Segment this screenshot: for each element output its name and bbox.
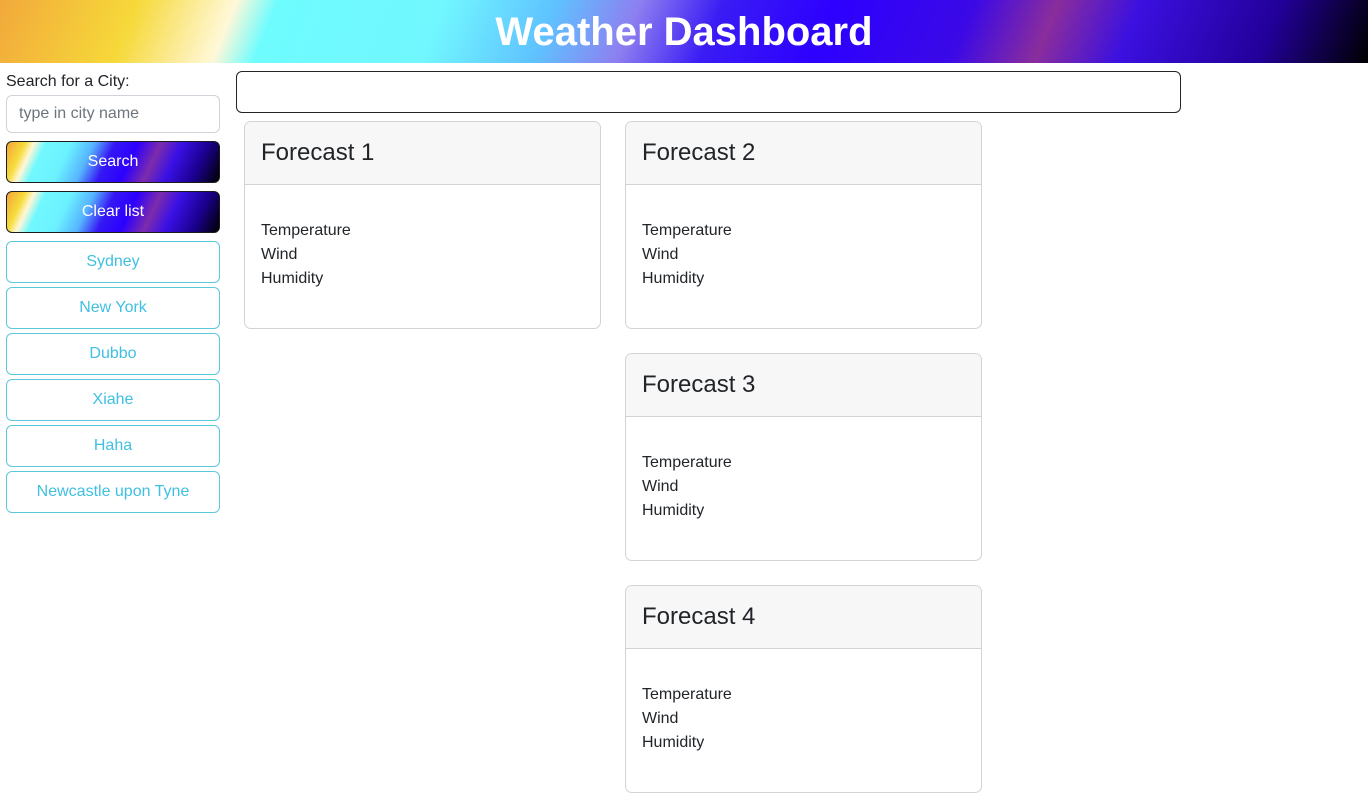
forecast-card: Forecast 4 Temperature Wind Humidity bbox=[625, 585, 982, 793]
forecast-card-title: Forecast 1 bbox=[245, 122, 600, 185]
city-button-sydney[interactable]: Sydney bbox=[6, 241, 220, 283]
forecast-card: Forecast 3 Temperature Wind Humidity bbox=[625, 353, 982, 561]
forecast-wind: Wind bbox=[642, 246, 679, 263]
forecast-humidity: Humidity bbox=[261, 270, 324, 287]
forecast-humidity: Humidity bbox=[642, 734, 705, 751]
forecast-card-title: Forecast 4 bbox=[626, 586, 981, 649]
forecast-card-title: Forecast 2 bbox=[626, 122, 981, 185]
city-button-new-york[interactable]: New York bbox=[6, 287, 220, 329]
city-search-input[interactable] bbox=[6, 95, 220, 133]
search-label: Search for a City: bbox=[6, 73, 130, 90]
sidebar: Search for a City: Search Clear list Syd… bbox=[6, 72, 220, 517]
forecast-card-body: Temperature Wind Humidity bbox=[626, 649, 981, 755]
page-title: Weather Dashboard bbox=[495, 9, 873, 54]
page-header: Weather Dashboard bbox=[0, 0, 1368, 63]
city-button-dubbo[interactable]: Dubbo bbox=[6, 333, 220, 375]
forecast-humidity: Humidity bbox=[642, 502, 705, 519]
forecast-temperature: Temperature bbox=[642, 222, 732, 239]
city-history-list: Sydney New York Dubbo Xiahe Haha Newcast… bbox=[6, 241, 220, 513]
forecast-card-body: Temperature Wind Humidity bbox=[245, 185, 600, 291]
forecast-card: Forecast 2 Temperature Wind Humidity bbox=[625, 121, 982, 329]
forecast-card-title: Forecast 3 bbox=[626, 354, 981, 417]
city-button-xiahe[interactable]: Xiahe bbox=[6, 379, 220, 421]
search-button[interactable]: Search bbox=[6, 141, 220, 183]
forecast-wind: Wind bbox=[642, 710, 679, 727]
forecast-card: Forecast 1 Temperature Wind Humidity bbox=[244, 121, 601, 329]
current-weather-box bbox=[236, 71, 1181, 113]
forecast-wind: Wind bbox=[261, 246, 298, 263]
forecast-card-body: Temperature Wind Humidity bbox=[626, 185, 981, 291]
forecast-humidity: Humidity bbox=[642, 270, 705, 287]
forecast-temperature: Temperature bbox=[642, 454, 732, 471]
city-button-haha[interactable]: Haha bbox=[6, 425, 220, 467]
forecast-temperature: Temperature bbox=[261, 222, 351, 239]
city-button-newcastle-upon-tyne[interactable]: Newcastle upon Tyne bbox=[6, 471, 220, 513]
clear-list-button[interactable]: Clear list bbox=[6, 191, 220, 233]
forecast-card-body: Temperature Wind Humidity bbox=[626, 417, 981, 523]
forecast-temperature: Temperature bbox=[642, 686, 732, 703]
forecast-wind: Wind bbox=[642, 478, 679, 495]
